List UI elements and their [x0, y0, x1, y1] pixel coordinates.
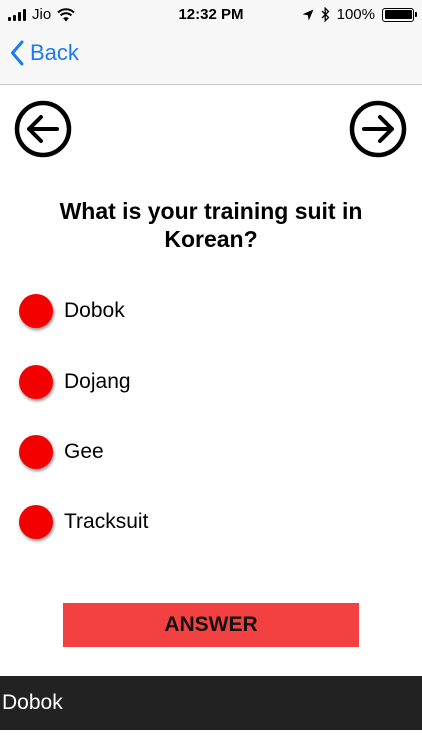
arrow-right-circle-icon[interactable]	[349, 100, 407, 158]
option-label: Dojang	[64, 370, 131, 393]
answer-button[interactable]: ANSWER	[63, 603, 359, 647]
quiz-screen: Jio 12:32 PM 100% Back What is your trai…	[0, 0, 422, 750]
radio-button[interactable]	[19, 435, 53, 469]
option-gee[interactable]: Gee	[19, 435, 104, 469]
radio-button[interactable]	[19, 294, 53, 328]
option-label: Dobok	[64, 299, 125, 322]
battery-percent: 100%	[336, 6, 375, 23]
option-dobok[interactable]: Dobok	[19, 294, 125, 328]
location-arrow-icon	[302, 9, 314, 20]
back-label: Back	[30, 40, 79, 65]
radio-button[interactable]	[19, 365, 53, 399]
option-label: Gee	[64, 440, 104, 463]
back-button[interactable]: Back	[10, 40, 79, 66]
bluetooth-icon	[321, 7, 330, 22]
option-tracksuit[interactable]: Tracksuit	[19, 505, 148, 539]
option-dojang[interactable]: Dojang	[19, 365, 131, 399]
status-bar-right: 100%	[302, 6, 417, 23]
navigation-bar: Back	[0, 30, 422, 85]
status-bar: Jio 12:32 PM 100%	[0, 0, 422, 30]
battery-icon	[382, 7, 417, 22]
question-text: What is your training suit in Korean?	[59, 198, 363, 252]
arrow-left-circle-icon[interactable]	[14, 100, 72, 158]
chevron-left-icon	[11, 40, 24, 66]
selected-answer-bar: Dobok	[0, 676, 422, 730]
option-label: Tracksuit	[64, 510, 149, 533]
radio-button[interactable]	[19, 505, 53, 539]
